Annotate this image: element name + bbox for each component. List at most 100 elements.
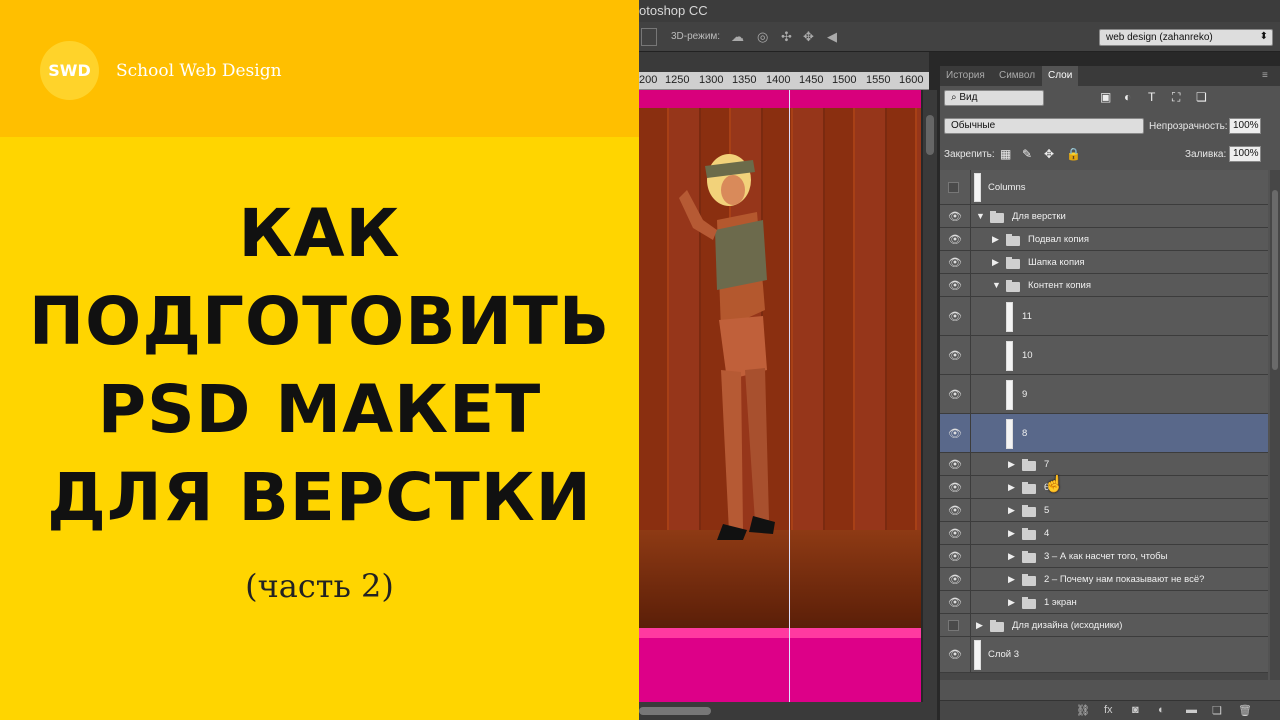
layer-name: Для дизайна (исходники) [1012, 620, 1123, 631]
canvas-photo-figure [679, 154, 775, 540]
layer-row[interactable]: 👁 Слой 3 [940, 637, 1268, 673]
collapse-arrow-icon[interactable]: ▼ [992, 280, 1001, 290]
lock-transparency-icon[interactable]: ▦ [1000, 147, 1011, 161]
document-canvas[interactable] [639, 90, 921, 702]
options-bar: 3D-режим: ☁ ◎ ✣ ✥ ◀ web design (zahanrek… [639, 22, 1280, 52]
layer-name: 1 экран [1044, 597, 1077, 608]
layers-scrollbar[interactable] [1270, 170, 1280, 680]
layer-row[interactable]: 👁 10 [940, 336, 1268, 375]
scroll-thumb[interactable] [1272, 190, 1278, 370]
workspace-select[interactable]: web design (zahanreko) [1099, 29, 1273, 46]
visibility-eye-icon[interactable]: 👁 [948, 210, 962, 223]
title-line: КАК [238, 195, 401, 272]
layer-row[interactable]: 👁 11 [940, 297, 1268, 336]
layer-row[interactable]: 👁 ▶ Подвал копия [940, 228, 1268, 251]
layer-row[interactable]: 👁 ▶ 4 [940, 522, 1268, 545]
layer-row[interactable]: ▶ Для дизайна (исходники) [940, 614, 1268, 637]
3d-roll-icon[interactable]: ◎ [757, 29, 768, 45]
visibility-eye-icon[interactable]: 👁 [948, 388, 962, 401]
promo-panel: SWD School Web Design КАК ПОДГОТОВИТЬ PS… [0, 0, 639, 720]
tab-layers[interactable]: Слои [1042, 66, 1079, 86]
layer-row[interactable]: 👁 ▶ 2 – Почему нам показывают не всё? [940, 568, 1268, 591]
scroll-thumb[interactable] [926, 115, 934, 155]
layer-row[interactable]: 👁 ▼ Контент копия [940, 274, 1268, 297]
lock-brush-icon[interactable]: ✎ [1022, 147, 1032, 161]
blend-mode-select[interactable]: Обычные [944, 118, 1144, 134]
new-layer-icon[interactable]: ❏ [1212, 704, 1222, 717]
lock-all-icon[interactable]: 🔒 [1066, 147, 1081, 161]
3d-slide-icon[interactable]: ✥ [803, 29, 814, 45]
layer-row[interactable]: 👁 9 [940, 375, 1268, 414]
filter-type-icon[interactable]: T [1148, 90, 1155, 104]
opacity-input[interactable]: 100% [1229, 118, 1261, 134]
panel-menu-icon[interactable]: ≡ [1262, 70, 1268, 81]
expand-arrow-icon[interactable]: ▶ [1008, 551, 1015, 562]
collapse-arrow-icon[interactable]: ▼ [976, 211, 985, 221]
fill-input[interactable]: 100% [1229, 146, 1261, 162]
filter-adjustment-icon[interactable]: ◐ [1124, 90, 1131, 104]
expand-arrow-icon[interactable]: ▶ [1008, 597, 1015, 608]
link-icon[interactable]: ⛓ [1076, 704, 1090, 717]
trash-icon[interactable]: 🗑 [1238, 704, 1252, 717]
canvas-floor [639, 530, 921, 630]
expand-arrow-icon[interactable]: ▶ [1008, 574, 1015, 585]
visibility-eye-icon[interactable]: 👁 [948, 504, 962, 517]
layer-row[interactable]: 👁 8 [940, 414, 1268, 453]
layer-name: 9 [1022, 389, 1028, 400]
visibility-eye-icon[interactable]: 👁 [948, 573, 962, 586]
canvas-vertical-scrollbar[interactable] [923, 90, 937, 702]
layer-row[interactable]: 👁 ▶ Шапка копия [940, 251, 1268, 274]
expand-arrow-icon[interactable]: ▶ [1008, 505, 1015, 516]
tab-history[interactable]: История [946, 70, 985, 81]
visibility-eye-icon[interactable]: 👁 [948, 349, 962, 362]
visibility-eye-icon[interactable]: 👁 [948, 550, 962, 563]
3d-pan-icon[interactable]: ✣ [781, 29, 792, 45]
layer-row[interactable]: 👁 ▶ 7 [940, 453, 1268, 476]
filter-pixel-icon[interactable]: ▣ [1100, 90, 1111, 104]
adjustment-icon[interactable]: ◐ [1158, 704, 1165, 716]
visibility-eye-icon[interactable]: 👁 [948, 279, 962, 292]
panel-tabs: История Символ Слои ≡ [940, 66, 1280, 86]
fx-icon[interactable]: fx [1104, 704, 1113, 716]
expand-arrow-icon[interactable]: ▶ [992, 234, 999, 245]
layer-filter-select[interactable]: ⌕ Вид [944, 90, 1044, 106]
visibility-eye-icon[interactable]: 👁 [948, 310, 962, 323]
visibility-eye-icon[interactable]: 👁 [948, 596, 962, 609]
canvas-horizontal-scrollbar[interactable] [639, 702, 937, 720]
layer-row[interactable]: 👁 ▶ 1 экран [940, 591, 1268, 614]
visibility-eye-icon[interactable]: 👁 [948, 527, 962, 540]
canvas-guide-line[interactable] [789, 90, 790, 702]
scroll-thumb[interactable] [639, 707, 711, 715]
align-grid-icon[interactable] [641, 28, 657, 46]
photoshop-window: otoshop CC 3D-режим: ☁ ◎ ✣ ✥ ◀ web desig… [639, 0, 1280, 720]
layer-row[interactable]: Columns [940, 170, 1268, 205]
expand-arrow-icon[interactable]: ▶ [1008, 459, 1015, 470]
visibility-eye-icon[interactable]: 👁 [948, 427, 962, 440]
filter-smart-object-icon[interactable]: ❏ [1196, 90, 1207, 104]
layer-row[interactable]: 👁 ▼ Для верстки [940, 205, 1268, 228]
3d-rotate-icon[interactable]: ☁ [731, 29, 744, 45]
visibility-eye-icon[interactable]: 👁 [948, 233, 962, 246]
expand-arrow-icon[interactable]: ▶ [1008, 528, 1015, 539]
visibility-toggle[interactable] [948, 182, 959, 193]
layers-panel: История Символ Слои ≡ ⌕ Вид ▣ ◐ T ⛶ ❏ Об… [940, 66, 1280, 720]
tab-character[interactable]: Символ [999, 70, 1035, 81]
layer-row[interactable]: 👁 ▶ 3 – А как насчет того, чтобы [940, 545, 1268, 568]
visibility-eye-icon[interactable]: 👁 [948, 256, 962, 269]
expand-arrow-icon[interactable]: ▶ [1008, 482, 1015, 493]
folder-icon [990, 211, 1004, 223]
lock-position-icon[interactable]: ✥ [1044, 147, 1054, 161]
folder-icon [1022, 505, 1036, 517]
expand-arrow-icon[interactable]: ▶ [976, 620, 983, 631]
layer-row[interactable]: 👁 ▶ 5 [940, 499, 1268, 522]
new-group-icon[interactable]: ▬ [1186, 704, 1197, 716]
visibility-eye-icon[interactable]: 👁 [948, 458, 962, 471]
filter-shape-icon[interactable]: ⛶ [1172, 90, 1180, 105]
visibility-eye-icon[interactable]: 👁 [948, 648, 962, 661]
layer-row[interactable]: 👁 ▶ 6 [940, 476, 1268, 499]
visibility-eye-icon[interactable]: 👁 [948, 481, 962, 494]
expand-arrow-icon[interactable]: ▶ [992, 257, 999, 268]
visibility-toggle[interactable] [948, 620, 959, 631]
3d-scale-icon[interactable]: ◀ [827, 29, 837, 45]
mask-icon[interactable]: ◙ [1132, 704, 1139, 716]
